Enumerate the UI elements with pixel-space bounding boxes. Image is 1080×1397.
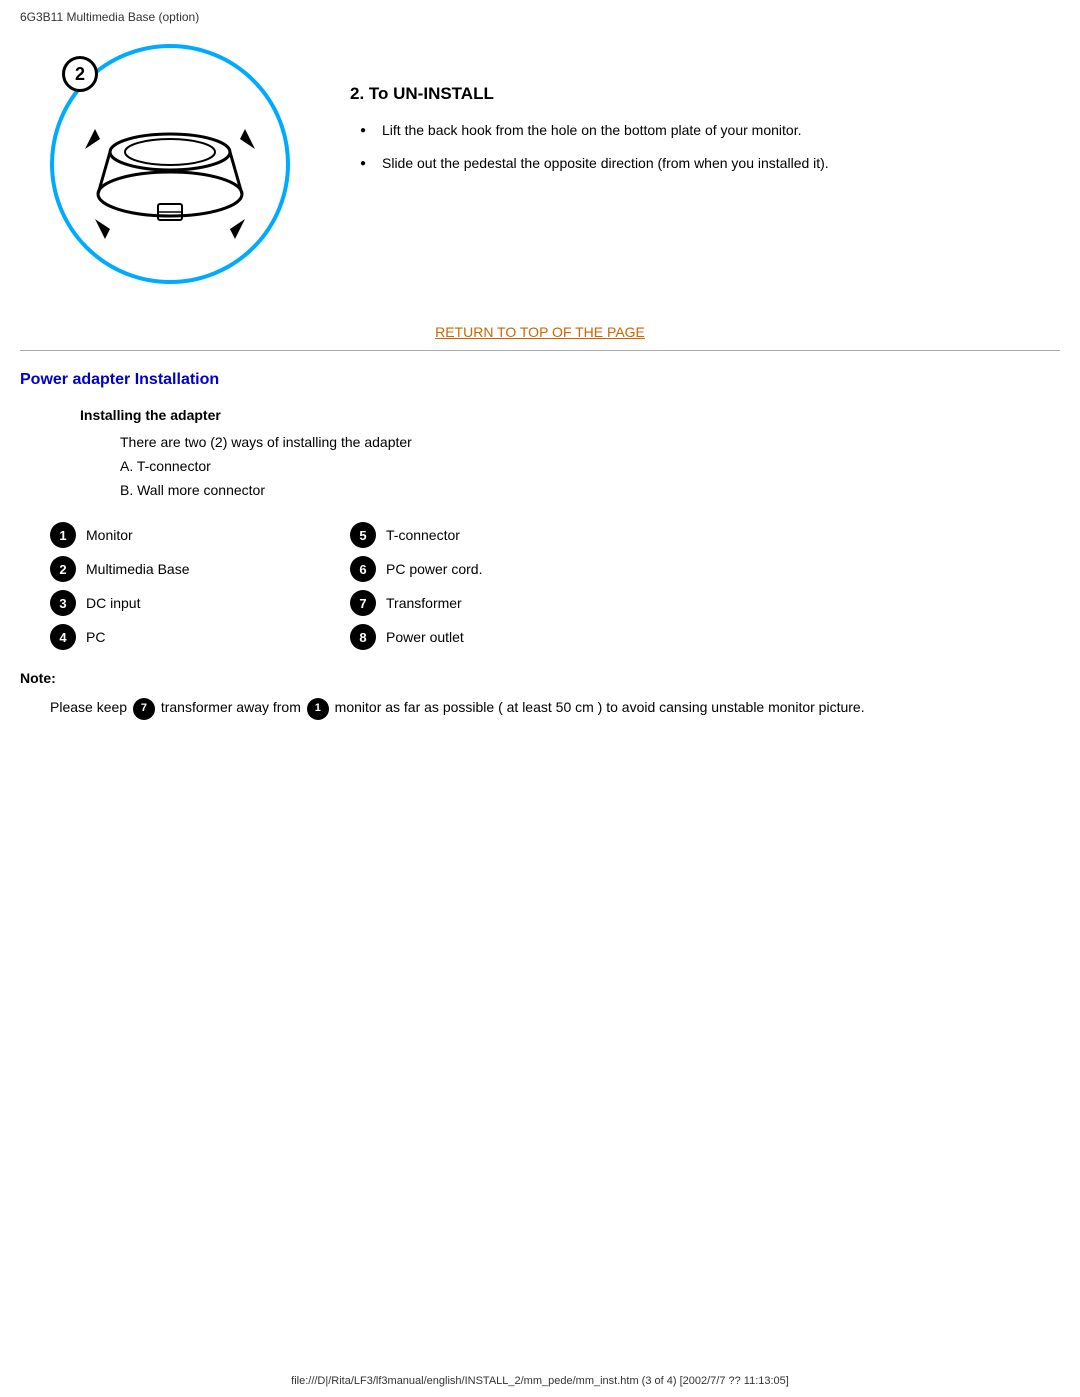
return-to-top-link[interactable]: RETURN TO TOP OF THE PAGE bbox=[435, 324, 645, 340]
return-link-section: RETURN TO TOP OF THE PAGE bbox=[20, 324, 1060, 340]
footer: file:///D|/Rita/LF3/lf3manual/english/IN… bbox=[0, 1375, 1080, 1387]
badge-5: 5 bbox=[350, 522, 376, 548]
note-text-prefix: Please keep bbox=[50, 699, 131, 715]
power-section-title: Power adapter Installation bbox=[20, 371, 1060, 389]
bullet-item-2: Slide out the pedestal the opposite dire… bbox=[360, 153, 1060, 174]
item-row-3: 3 DC input bbox=[50, 590, 310, 616]
items-grid: 1 Monitor 5 T-connector 2 Multimedia Bas… bbox=[50, 522, 1060, 650]
item-row-1: 1 Monitor bbox=[50, 522, 310, 548]
item-label-5: T-connector bbox=[386, 527, 460, 543]
power-adapter-section: Power adapter Installation Installing th… bbox=[20, 371, 1060, 720]
badge-2: 2 bbox=[50, 556, 76, 582]
item-label-1: Monitor bbox=[86, 527, 133, 543]
adapter-body-line2: A. T-connector bbox=[120, 455, 1060, 479]
badge-4: 4 bbox=[50, 624, 76, 650]
uninstall-title: 2. To UN-INSTALL bbox=[350, 84, 1060, 104]
item-row-6: 6 PC power cord. bbox=[350, 556, 610, 582]
badge-3: 3 bbox=[50, 590, 76, 616]
item-row-8: 8 Power outlet bbox=[350, 624, 610, 650]
item-label-7: Transformer bbox=[386, 595, 462, 611]
footer-text: file:///D|/Rita/LF3/lf3manual/english/IN… bbox=[291, 1375, 789, 1387]
inline-badge-1: 1 bbox=[307, 698, 329, 720]
badge-8: 8 bbox=[350, 624, 376, 650]
circle-diagram: 2 bbox=[50, 44, 290, 284]
badge-1: 1 bbox=[50, 522, 76, 548]
badge-6: 6 bbox=[350, 556, 376, 582]
adapter-body-line1: There are two (2) ways of installing the… bbox=[120, 431, 1060, 455]
adapter-body-line3: B. Wall more connector bbox=[120, 479, 1060, 503]
adapter-body: There are two (2) ways of installing the… bbox=[120, 431, 1060, 502]
note-label: Note: bbox=[20, 670, 1060, 686]
item-label-3: DC input bbox=[86, 595, 140, 611]
header-title: 6G3B11 Multimedia Base (option) bbox=[20, 10, 199, 24]
diagram-area: 2 bbox=[20, 44, 320, 284]
item-row-5: 5 T-connector bbox=[350, 522, 610, 548]
item-label-4: PC bbox=[86, 629, 105, 645]
note-text-middle: transformer away from bbox=[161, 699, 305, 715]
note-body: Please keep 7 transformer away from 1 mo… bbox=[50, 696, 1060, 720]
adapter-subtitle: Installing the adapter bbox=[80, 407, 1060, 423]
item-label-2: Multimedia Base bbox=[86, 561, 190, 577]
bullet-item-1: Lift the back hook from the hole on the … bbox=[360, 120, 1060, 141]
inline-badge-7: 7 bbox=[133, 698, 155, 720]
uninstall-section: 2 bbox=[20, 44, 1060, 284]
item-row-7: 7 Transformer bbox=[350, 590, 610, 616]
item-label-8: Power outlet bbox=[386, 629, 464, 645]
section-divider bbox=[20, 350, 1060, 351]
badge-7: 7 bbox=[350, 590, 376, 616]
note-text-suffix: monitor as far as possible ( at least 50… bbox=[335, 699, 865, 715]
item-row-2: 2 Multimedia Base bbox=[50, 556, 310, 582]
uninstall-content: 2. To UN-INSTALL Lift the back hook from… bbox=[350, 44, 1060, 186]
item-label-6: PC power cord. bbox=[386, 561, 482, 577]
uninstall-bullet-list: Lift the back hook from the hole on the … bbox=[350, 120, 1060, 174]
item-row-4: 4 PC bbox=[50, 624, 310, 650]
step-number: 2 bbox=[62, 56, 98, 92]
page-header: 6G3B11 Multimedia Base (option) bbox=[20, 10, 1060, 24]
monitor-illustration bbox=[80, 84, 260, 244]
